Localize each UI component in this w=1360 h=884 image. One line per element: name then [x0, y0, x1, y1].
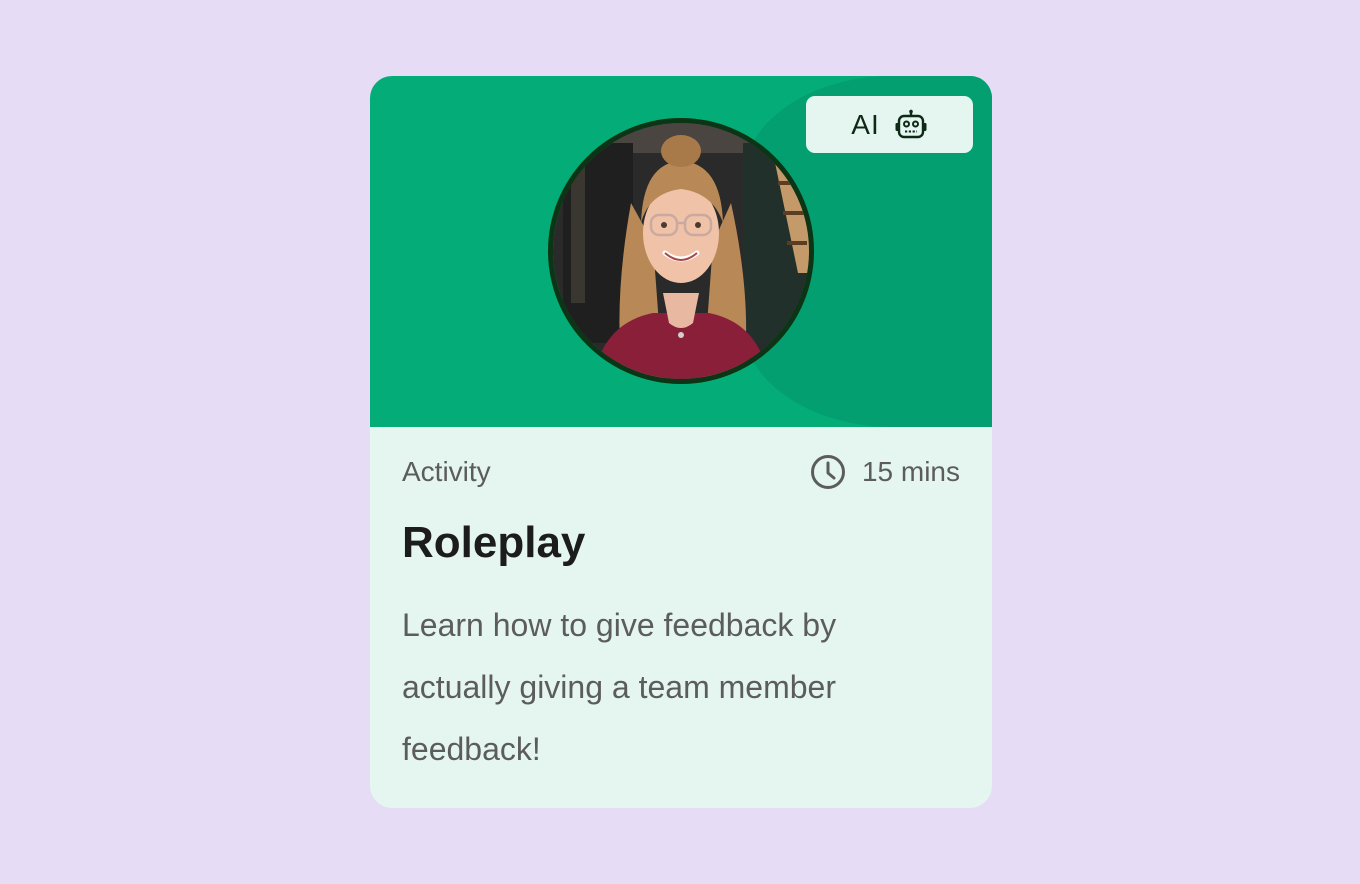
activity-type-label: Activity: [402, 456, 491, 487]
robot-icon: [894, 109, 928, 141]
avatar: [548, 118, 814, 384]
ai-badge: AI: [806, 96, 973, 153]
clock-icon: [810, 454, 846, 490]
card-meta-row: Activity 15 mins: [402, 450, 960, 494]
card-hero: AI: [370, 76, 992, 427]
avatar-portrait: [553, 123, 809, 379]
card-description: Learn how to give feedback by actually g…: [402, 607, 837, 767]
duration: 15 mins: [810, 454, 960, 490]
card-title: Roleplay: [402, 518, 586, 567]
duration-label: 15 mins: [861, 456, 960, 487]
activity-card[interactable]: AI Activity 15 mins Roleplay Learn how t…: [370, 76, 992, 808]
ai-badge-label: AI: [851, 108, 880, 140]
